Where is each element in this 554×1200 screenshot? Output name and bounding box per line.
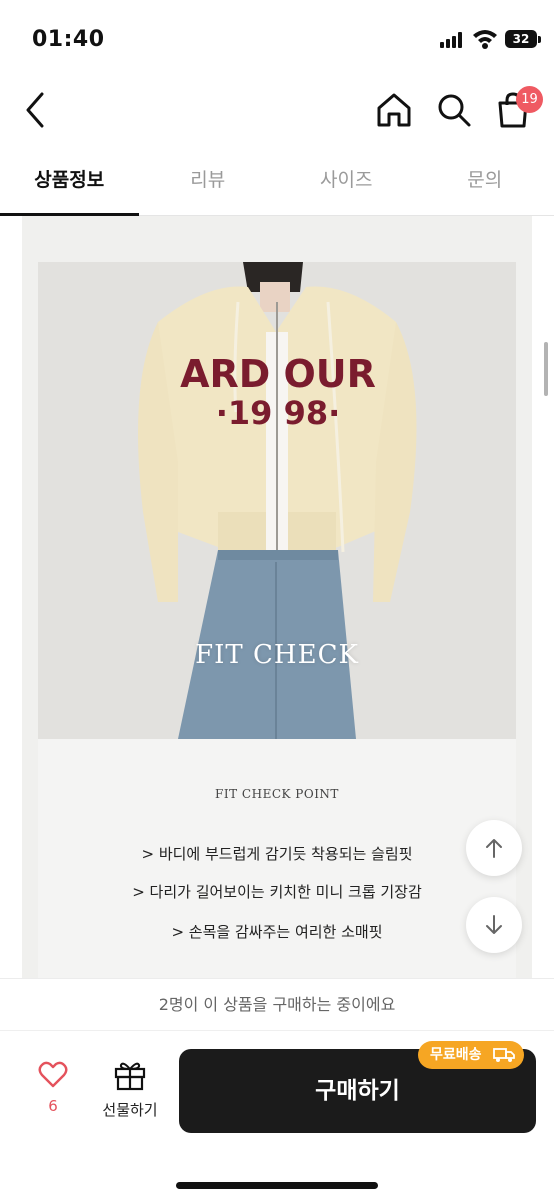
truck-icon <box>493 1048 515 1062</box>
like-button[interactable]: 6 <box>30 1061 76 1115</box>
home-indicator <box>176 1182 378 1189</box>
bottom-action-bar: 6 선물하기 구매하기 무료배송 <box>0 1030 554 1200</box>
tab-reviews[interactable]: 리뷰 <box>139 144 278 215</box>
product-tabs: 상품정보 리뷰 사이즈 문의 <box>0 144 554 216</box>
fit-check-title: FIT CHECK POINT <box>215 787 339 801</box>
detail-card: ARD OUR ·19 98· FIT CHECK FIT CHECK POIN… <box>22 216 532 978</box>
like-count: 6 <box>48 1097 58 1115</box>
back-arrow-icon[interactable] <box>20 90 56 130</box>
heart-icon <box>38 1061 68 1088</box>
top-navigation <box>0 78 554 144</box>
product-detail-screen: 01:40 32 19 상품정보 리뷰 사이즈 문의 ARD OUR ·19 9… <box>0 0 554 1200</box>
sweater-lettering-bottom: ·19 98· <box>216 394 341 432</box>
scrollbar[interactable] <box>544 342 548 396</box>
fit-check-point: > 바디에 부드럽게 감기듯 착용되는 슬림핏 <box>141 845 413 863</box>
gift-icon <box>114 1062 146 1091</box>
scroll-down-button[interactable] <box>466 897 522 953</box>
tab-inquiry[interactable]: 문의 <box>416 144 554 215</box>
arrow-down-icon <box>486 915 502 934</box>
tab-product-info[interactable]: 상품정보 <box>0 144 139 216</box>
free-shipping-label: 무료배송 <box>430 1047 482 1063</box>
fit-check-point: > 다리가 길어보이는 키치한 미니 크롭 기장감 <box>132 883 422 901</box>
status-time: 01:40 <box>32 27 105 52</box>
gift-label: 선물하기 <box>102 1101 158 1119</box>
sweater-lettering-top: ARD OUR <box>180 352 376 396</box>
fit-check-overlay: FIT CHECK <box>195 640 359 670</box>
arrow-up-icon <box>486 839 502 858</box>
battery-icon: 32 <box>505 30 537 48</box>
gift-button[interactable]: 선물하기 <box>98 1059 162 1120</box>
fit-check-section: FIT CHECK POINT > 바디에 부드럽게 감기듯 착용되는 슬림핏 … <box>38 739 516 978</box>
cellular-signal-icon <box>440 32 466 48</box>
product-photo: ARD OUR ·19 98· FIT CHECK <box>38 262 516 739</box>
home-icon[interactable] <box>374 90 414 130</box>
purchasing-now-notice: 2명이 이 상품을 구매하는 중이에요 <box>0 978 554 1030</box>
cart-count-badge: 19 <box>516 86 543 113</box>
fit-check-point: > 손목을 감싸주는 여리한 소매핏 <box>171 923 383 941</box>
wifi-icon <box>473 30 497 49</box>
battery-tip <box>538 36 541 43</box>
status-bar: 01:40 32 <box>0 0 554 78</box>
tab-size[interactable]: 사이즈 <box>277 144 416 215</box>
search-icon[interactable] <box>434 90 474 130</box>
scroll-up-button[interactable] <box>466 820 522 876</box>
